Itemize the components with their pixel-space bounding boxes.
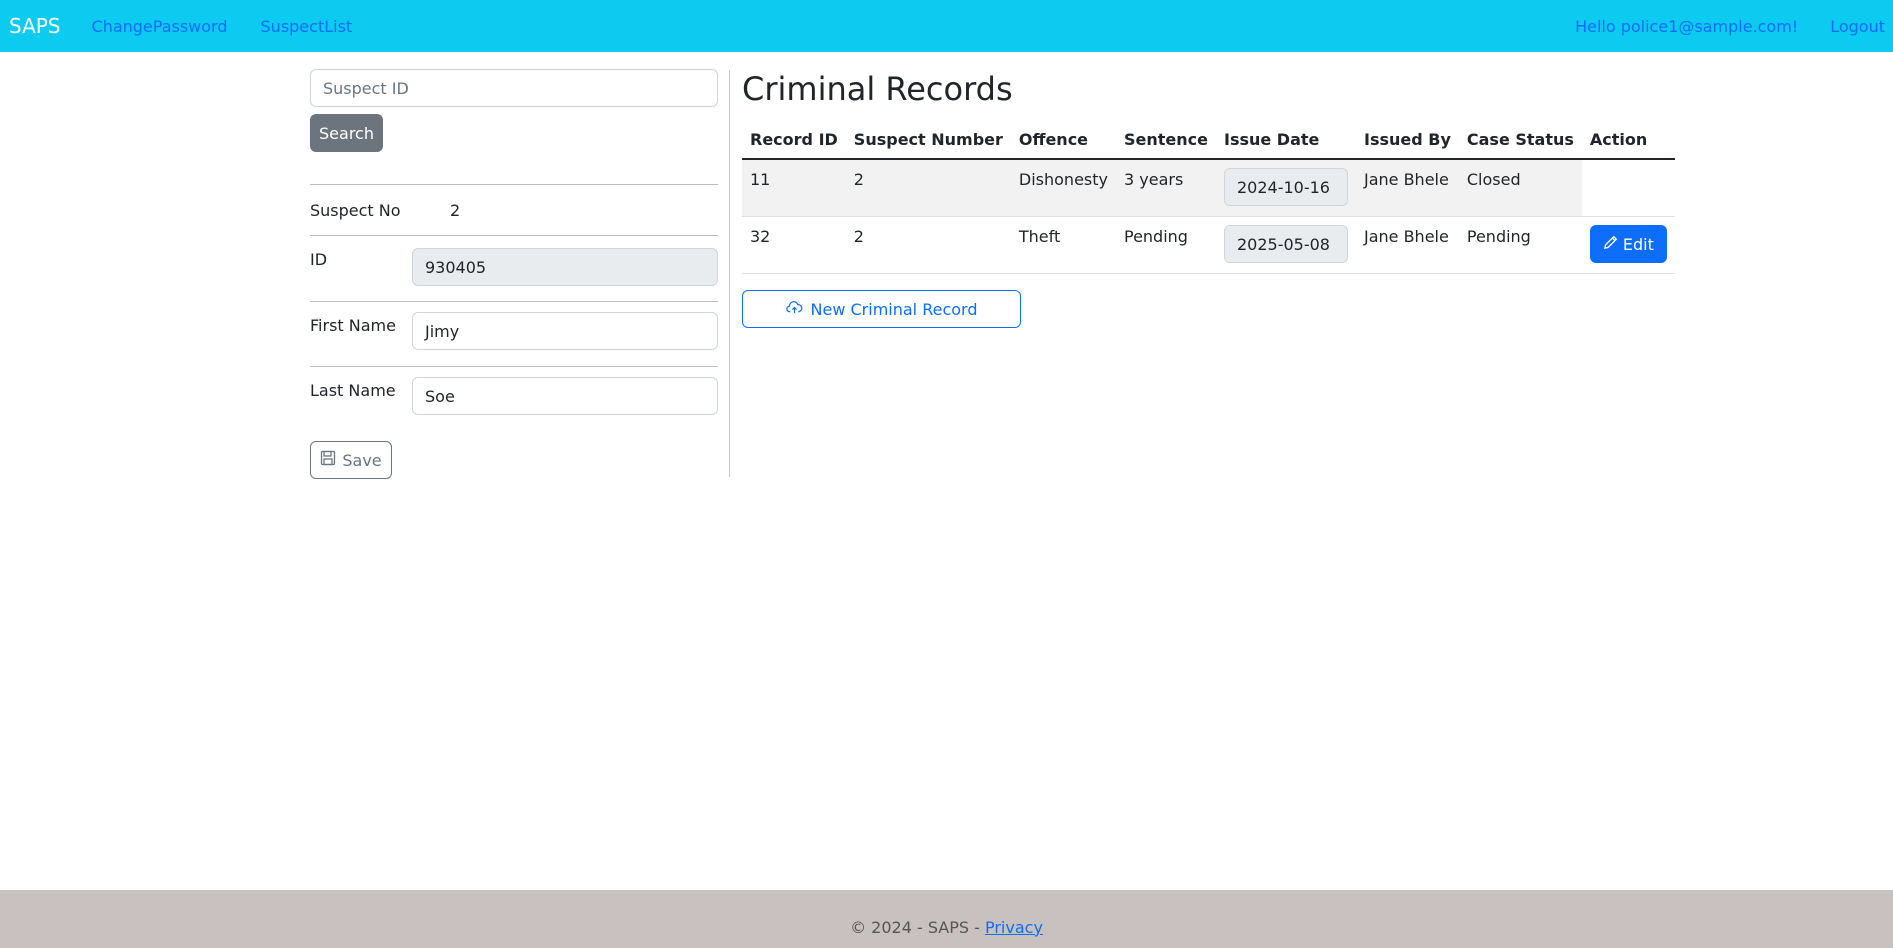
cell-action xyxy=(1581,159,1675,217)
cell-issue-date: 2025-05-08 xyxy=(1215,216,1356,274)
suspect-no-row: Suspect No 2 xyxy=(310,185,718,235)
suspect-no-label: Suspect No xyxy=(310,200,401,220)
nav-right: Hello police1@sample.com! Logout xyxy=(1543,17,1885,36)
col-issued-by: Issued By xyxy=(1355,122,1459,160)
edit-label: Edit xyxy=(1622,234,1654,254)
cell-action: Edit xyxy=(1581,216,1675,274)
cell-suspect-number: 2 xyxy=(845,216,1011,274)
last-name-field[interactable]: Soe xyxy=(412,377,718,415)
table-header-row: Record ID Suspect Number Offence Sentenc… xyxy=(742,122,1675,160)
search-button[interactable]: Search xyxy=(310,114,383,152)
id-row: ID 930405 xyxy=(310,236,718,301)
brand-link[interactable]: SAPS xyxy=(9,14,61,38)
suspect-id-search-input[interactable]: Suspect ID xyxy=(310,69,718,107)
suspect-panel: Suspect ID Search Suspect No 2 ID 930405… xyxy=(310,69,718,479)
cell-offence: Dishonesty xyxy=(1010,159,1116,217)
cloud-upload-icon xyxy=(785,300,803,319)
new-criminal-record-button[interactable]: New Criminal Record xyxy=(742,290,1021,328)
records-panel: Criminal Records Record ID Suspect Numbe… xyxy=(742,70,1675,328)
privacy-link[interactable]: Privacy xyxy=(985,918,1043,937)
edit-button[interactable]: Edit xyxy=(1589,225,1667,263)
first-name-field[interactable]: Jimy xyxy=(412,312,718,350)
cell-suspect-number: 2 xyxy=(845,159,1011,217)
cell-record-id: 11 xyxy=(742,159,846,217)
nav-suspect-list[interactable]: SuspectList xyxy=(261,17,353,36)
footer: © 2024 - SAPS - Privacy xyxy=(0,890,1893,948)
save-label: Save xyxy=(342,450,382,470)
cell-issued-by: Jane Bhele xyxy=(1355,216,1459,274)
issue-date-field[interactable]: 2024-10-16 xyxy=(1223,168,1348,206)
cell-issue-date: 2024-10-16 xyxy=(1215,159,1356,217)
last-name-row: Last Name Soe xyxy=(310,367,718,441)
cell-case-status: Pending xyxy=(1458,216,1582,274)
cell-issued-by: Jane Bhele xyxy=(1355,159,1459,217)
id-label: ID xyxy=(310,250,328,269)
col-issue-date: Issue Date xyxy=(1215,122,1356,160)
pencil-icon xyxy=(1603,235,1618,254)
cell-sentence: 3 years xyxy=(1115,159,1216,217)
col-action: Action xyxy=(1581,122,1675,160)
suspect-no-value: 2 xyxy=(450,200,461,220)
footer-copyright: © 2024 - SAPS - xyxy=(850,917,985,937)
vertical-divider xyxy=(729,70,730,477)
navbar: SAPS ChangePassword SuspectList Hello po… xyxy=(0,0,1893,52)
col-record-id: Record ID xyxy=(742,122,846,160)
page-title: Criminal Records xyxy=(742,70,1013,108)
col-suspect-number: Suspect Number xyxy=(845,122,1011,160)
col-sentence: Sentence xyxy=(1115,122,1216,160)
first-name-label: First Name xyxy=(310,316,396,335)
first-name-row: First Name Jimy xyxy=(310,302,718,366)
table-row: 11 2 Dishonesty 3 years 2024-10-16 Jane … xyxy=(742,159,1675,217)
id-field[interactable]: 930405 xyxy=(412,248,718,286)
col-offence: Offence xyxy=(1010,122,1116,160)
cell-sentence: Pending xyxy=(1115,216,1216,274)
records-table: Record ID Suspect Number Offence Sentenc… xyxy=(742,122,1675,274)
cell-offence: Theft xyxy=(1010,216,1116,274)
last-name-label: Last Name xyxy=(310,381,396,400)
nav-change-password[interactable]: ChangePassword xyxy=(92,17,228,36)
cell-record-id: 32 xyxy=(742,216,846,274)
new-record-label: New Criminal Record xyxy=(810,299,978,319)
issue-date-field[interactable]: 2025-05-08 xyxy=(1223,225,1348,263)
save-button[interactable]: Save xyxy=(310,441,392,479)
table-row: 32 2 Theft Pending 2025-05-08 Jane Bhele… xyxy=(742,216,1675,274)
cell-case-status: Closed xyxy=(1458,159,1582,217)
logout-link[interactable]: Logout xyxy=(1830,17,1885,36)
col-case-status: Case Status xyxy=(1458,122,1582,160)
floppy-disk-icon xyxy=(320,450,336,470)
user-greeting-link[interactable]: Hello police1@sample.com! xyxy=(1575,17,1798,36)
